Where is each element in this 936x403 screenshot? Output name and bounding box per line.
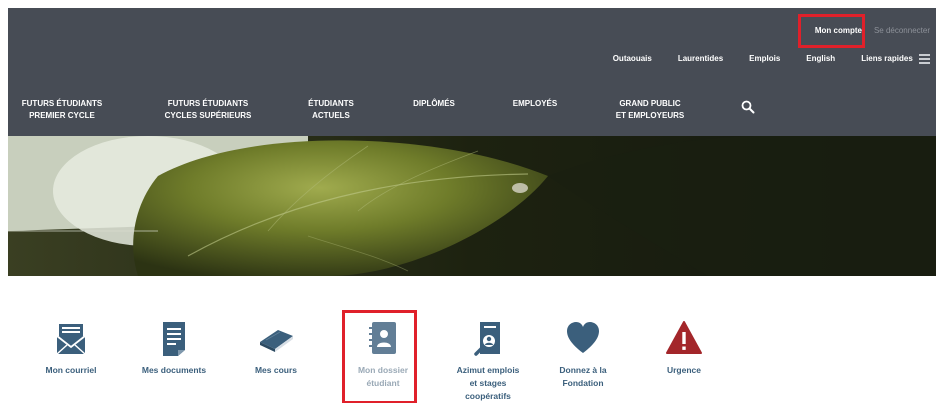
- search-icon[interactable]: [741, 100, 755, 114]
- heart-icon: [567, 322, 599, 353]
- nav-label-line2: ACTUELS: [312, 111, 350, 120]
- logout-link[interactable]: Se déconnecter: [868, 26, 936, 35]
- nav-label-line2: CYCLES SUPÉRIEURS: [164, 111, 252, 120]
- tile-azimut-emplois[interactable]: Azimut emplois et stages coopératifs: [440, 318, 536, 403]
- hero-leaf-image: [8, 136, 936, 276]
- tile-label-line1: Azimut emplois: [456, 365, 520, 375]
- util-link-laurentides[interactable]: Laurentides: [665, 54, 736, 63]
- nav-label-line2: ET EMPLOYEURS: [615, 111, 685, 120]
- warning-icon: [666, 321, 702, 354]
- tile-mon-courriel[interactable]: Mon courriel: [23, 318, 119, 377]
- tile-label: Mon courriel: [45, 365, 97, 375]
- site-header: Mon compte Se déconnecter Outaouais Laur…: [8, 8, 936, 136]
- tile-urgence[interactable]: Urgence: [636, 318, 732, 377]
- util-link-outaouais[interactable]: Outaouais: [600, 54, 665, 63]
- nav-item-futurs-premier-cycle[interactable]: FUTURS ÉTUDIANTS PREMIER CYCLE: [20, 98, 104, 122]
- nav-item-futurs-cycles-superieurs[interactable]: FUTURS ÉTUDIANTS CYCLES SUPÉRIEURS: [158, 98, 258, 122]
- document-icon: [163, 322, 185, 356]
- search-document-icon: [474, 322, 500, 356]
- quick-links-label: Liens rapides: [861, 54, 913, 63]
- browser-viewport: Mon compte Se déconnecter Outaouais Laur…: [8, 8, 936, 403]
- tile-label: Mes cours: [254, 365, 298, 375]
- util-link-emplois[interactable]: Emplois: [736, 54, 793, 63]
- tile-label-line2: et stages: [469, 378, 507, 388]
- hamburger-icon: [919, 54, 930, 64]
- nav-item-grand-public[interactable]: GRAND PUBLIC ET EMPLOYEURS: [608, 98, 692, 122]
- tile-label-line3: coopératifs: [465, 391, 511, 401]
- util-link-english[interactable]: English: [793, 54, 848, 63]
- nav-label-line1: GRAND PUBLIC: [619, 99, 681, 108]
- nav-item-employes[interactable]: EMPLOYÉS: [505, 98, 565, 110]
- tile-label: Urgence: [666, 365, 701, 375]
- nav-label-line1: FUTURS ÉTUDIANTS: [167, 99, 249, 108]
- nav-label-line1: ÉTUDIANTS: [308, 99, 354, 108]
- highlight-box-account: [798, 14, 865, 48]
- tile-label-line2: Fondation: [562, 378, 604, 388]
- nav-item-etudiants-actuels[interactable]: ÉTUDIANTS ACTUELS: [300, 98, 362, 122]
- nav-item-diplomes[interactable]: DIPLÔMÉS: [406, 98, 462, 110]
- tile-mes-cours[interactable]: Mes cours: [228, 318, 324, 377]
- tile-label-line1: Donnez à la: [559, 365, 607, 375]
- nav-label-line1: EMPLOYÉS: [512, 99, 558, 108]
- quick-access-tiles: Mon courriel Mes documents Mes cours Mon…: [8, 276, 936, 403]
- main-nav: FUTURS ÉTUDIANTS PREMIER CYCLE FUTURS ÉT…: [8, 98, 936, 128]
- nav-label-line1: FUTURS ÉTUDIANTS: [21, 99, 103, 108]
- book-icon: [260, 330, 293, 352]
- envelope-icon: [56, 324, 86, 355]
- tile-label: Mes documents: [141, 365, 207, 375]
- utility-nav: Outaouais Laurentides Emplois English Li…: [600, 54, 930, 64]
- nav-label-line2: PREMIER CYCLE: [29, 111, 95, 120]
- nav-label-line1: DIPLÔMÉS: [413, 99, 455, 108]
- tile-donnez-fondation[interactable]: Donnez à la Fondation: [535, 318, 631, 390]
- quick-links-button[interactable]: Liens rapides: [848, 54, 930, 64]
- tile-mes-documents[interactable]: Mes documents: [126, 318, 222, 377]
- highlight-box-dossier: [342, 310, 417, 403]
